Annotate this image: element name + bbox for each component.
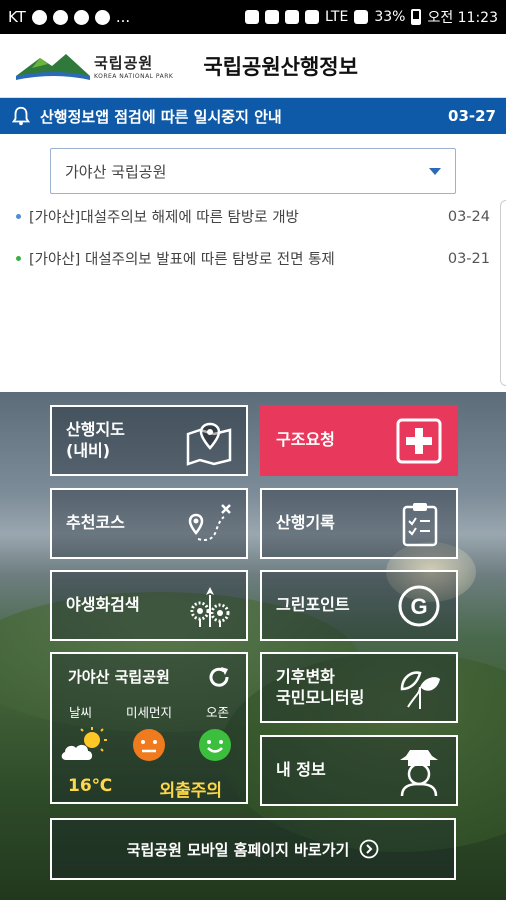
recommended-course-button[interactable]: 추천코스	[50, 488, 248, 559]
arrow-right-circle-icon	[359, 839, 379, 859]
logo-text: 국립공원 KOREA NATIONAL PARK	[94, 52, 173, 80]
weather-widget: 가야산 국립공원 날씨 미세먼지 오존 16℃ 외출주의	[50, 652, 248, 804]
ozone-label: 오존	[205, 705, 229, 720]
hiking-map-button[interactable]: 산행지도 (내비)	[50, 405, 248, 476]
climate-label: 기후변화 국민모니터링	[276, 667, 394, 709]
logo-korean: 국립공원	[94, 53, 154, 72]
logo-english: KOREA NATIONAL PARK	[94, 72, 174, 80]
talk-icon	[31, 9, 47, 25]
news-date: 03-21	[447, 250, 490, 267]
info-panel: 가야산 국립공원 [가야산]대설주의보 해제에 따른 탐방로 개방 03-24 …	[0, 134, 506, 392]
bluetooth-icon	[285, 10, 300, 24]
notice-date: 03-27	[448, 107, 496, 125]
ranger-avatar-icon	[400, 749, 438, 796]
weather-icons	[52, 726, 246, 766]
g-circle-icon: G	[398, 585, 440, 626]
my-info-button[interactable]: 내 정보	[260, 735, 458, 806]
battery-percent: 33%	[374, 9, 406, 25]
course-label: 추천코스	[66, 513, 125, 533]
my-info-label: 내 정보	[276, 760, 326, 780]
leaf-icon	[400, 670, 440, 709]
wifi-call-icon	[73, 9, 89, 25]
battery-icon	[411, 9, 422, 25]
svg-text:G: G	[410, 594, 427, 619]
network-type: LTE	[325, 9, 349, 25]
airplane-icon	[94, 9, 110, 25]
weather-park-name: 가야산 국립공원	[68, 668, 170, 686]
rescue-label: 구조요청	[276, 430, 335, 450]
rescue-request-button[interactable]: 구조요청	[260, 405, 458, 476]
clock: 오전 11:23	[427, 10, 498, 26]
weather-labels: 날씨 미세먼지 오존	[52, 702, 246, 721]
news-item[interactable]: [가야산] 대설주의보 발표에 따른 탐방로 전면 통제 03-21	[16, 248, 490, 269]
wildflower-search-button[interactable]: 야생화검색	[50, 570, 248, 641]
more-notifications: ...	[115, 8, 131, 26]
route-icon	[188, 503, 231, 541]
wildflower-label: 야생화검색	[66, 595, 140, 615]
signal-icon	[354, 10, 369, 24]
news-title: [가야산]대설주의보 해제에 따른 탐방로 개방	[29, 210, 299, 226]
hiking-map-line1: 산행지도	[66, 419, 125, 439]
status-bar: KT ... LTE 33% 오전 11:23	[0, 0, 506, 34]
clipboard-checklist-icon	[402, 502, 438, 546]
refresh-icon[interactable]	[206, 664, 232, 690]
weather-label: 날씨	[68, 705, 92, 720]
notice-banner[interactable]: 산행정보앱 점검에 따른 일시중지 안내 03-27	[0, 98, 506, 134]
news-date: 03-24	[447, 208, 490, 225]
flower-icon	[190, 586, 230, 627]
scrollbar[interactable]	[500, 200, 506, 386]
climate-monitoring-button[interactable]: 기후변화 국민모니터링	[260, 652, 458, 723]
knps-logo-icon	[16, 53, 90, 80]
dust-face-icon	[133, 729, 165, 761]
partly-sunny-icon	[61, 727, 107, 760]
green-point-label: 그린포인트	[276, 595, 350, 615]
carrier-label: KT	[8, 8, 26, 26]
temperature: 16℃	[68, 776, 113, 796]
app-header: 국립공원 KOREA NATIONAL PARK 국립공원산행정보	[0, 34, 506, 98]
news-title: [가야산] 대설주의보 발표에 따른 탐방로 전면 통제	[29, 252, 335, 268]
news-item[interactable]: [가야산]대설주의보 해제에 따른 탐방로 개방 03-24	[16, 206, 490, 227]
mobile-homepage-label: 국립공원 모바일 홈페이지 바로가기	[126, 840, 350, 859]
outing-status: 외출주의	[159, 781, 222, 801]
park-select[interactable]: 가야산 국립공원	[50, 148, 456, 194]
vibrate-icon	[305, 10, 320, 24]
ozone-face-icon	[199, 729, 231, 761]
record-label: 산행기록	[276, 513, 335, 533]
mobile-homepage-button[interactable]: 국립공원 모바일 홈페이지 바로가기	[50, 818, 456, 880]
notice-text: 산행정보앱 점검에 따른 일시중지 안내	[40, 107, 282, 126]
first-aid-cross-icon	[396, 418, 442, 463]
chevron-down-icon	[429, 167, 441, 175]
bullet-icon	[16, 256, 21, 261]
map-pin-icon	[186, 422, 232, 466]
location-icon	[265, 10, 280, 24]
hiking-record-button[interactable]: 산행기록	[260, 488, 458, 559]
page-title: 국립공원산행정보	[203, 54, 358, 79]
message-icon	[52, 9, 68, 25]
green-point-button[interactable]: 그린포인트 G	[260, 570, 458, 641]
dust-label: 미세먼지	[125, 705, 172, 720]
bell-icon	[11, 106, 31, 126]
park-select-value: 가야산 국립공원	[65, 162, 167, 181]
bullet-icon	[16, 214, 21, 219]
hiking-map-line2: (내비)	[66, 440, 111, 460]
sync-icon	[245, 10, 260, 24]
climate-line2: 국민모니터링	[276, 687, 365, 707]
climate-line1: 기후변화	[276, 666, 335, 686]
hiking-map-label: 산행지도 (내비)	[66, 420, 184, 462]
